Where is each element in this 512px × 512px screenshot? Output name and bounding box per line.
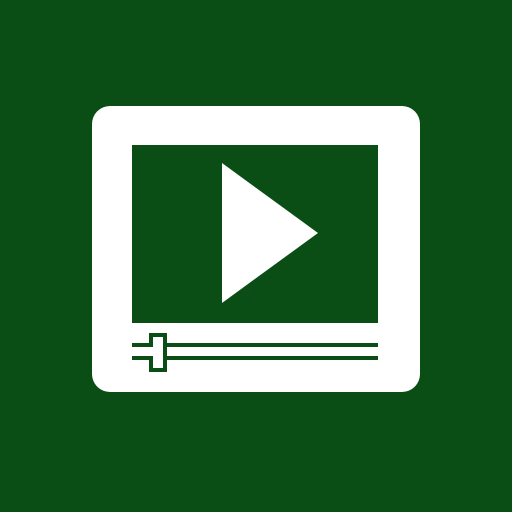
progress-handle-left-fill bbox=[132, 347, 153, 356]
progress-handle-center bbox=[153, 337, 163, 368]
video-app-tile[interactable] bbox=[0, 0, 512, 512]
video-player-svg bbox=[92, 106, 420, 392]
progress-track-line bbox=[132, 347, 378, 356]
video-player-icon bbox=[0, 0, 512, 512]
